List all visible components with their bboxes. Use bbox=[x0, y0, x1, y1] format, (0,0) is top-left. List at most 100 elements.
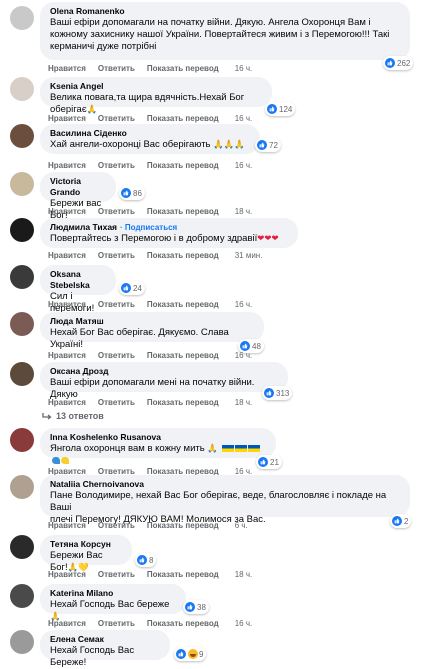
reaction-count[interactable]: 124 bbox=[265, 102, 296, 116]
like-icon bbox=[257, 140, 267, 150]
reaction-count[interactable]: 262 bbox=[383, 56, 414, 70]
timestamp[interactable]: 16 ч. bbox=[235, 114, 253, 123]
avatar[interactable] bbox=[10, 6, 34, 30]
comment-author[interactable]: Люда Матяш bbox=[50, 316, 254, 327]
reaction-count[interactable]: 24 bbox=[119, 281, 145, 295]
avatar[interactable] bbox=[10, 535, 34, 559]
comment-text: Пане Володимире, нехай Вас Бог оберігає,… bbox=[50, 490, 387, 513]
avatar[interactable] bbox=[10, 124, 34, 148]
comment-author[interactable]: Елена Семак bbox=[50, 634, 160, 645]
translate-button[interactable]: Показать перевод bbox=[147, 251, 219, 260]
translate-button[interactable]: Показать перевод bbox=[147, 351, 219, 360]
reaction-count[interactable]: 8 bbox=[135, 553, 157, 567]
timestamp[interactable]: 16 ч. bbox=[235, 64, 253, 73]
reaction-count[interactable]: 86 bbox=[119, 186, 145, 200]
like-button[interactable]: Нравится bbox=[48, 114, 86, 123]
timestamp[interactable]: 16 ч. bbox=[235, 351, 253, 360]
avatar[interactable] bbox=[10, 630, 34, 654]
timestamp[interactable]: 18 ч. bbox=[235, 570, 253, 579]
timestamp[interactable]: 6 ч. bbox=[235, 521, 248, 530]
like-button[interactable]: Нравится bbox=[48, 570, 86, 579]
avatar[interactable] bbox=[10, 312, 34, 336]
reply-button[interactable]: Ответить bbox=[98, 521, 135, 530]
translate-button[interactable]: Показать перевод bbox=[147, 398, 219, 407]
avatar[interactable] bbox=[10, 428, 34, 452]
follow-link[interactable]: · Подписаться bbox=[120, 223, 177, 232]
comment-author[interactable]: Ksenia Angel bbox=[50, 81, 262, 92]
like-icon bbox=[240, 341, 250, 351]
avatar[interactable] bbox=[10, 77, 34, 101]
like-button[interactable]: Нравится bbox=[48, 398, 86, 407]
timestamp[interactable]: 18 ч. bbox=[235, 207, 253, 216]
reaction-count[interactable]: 21 bbox=[256, 455, 282, 469]
haha-icon bbox=[188, 649, 198, 659]
translate-button[interactable]: Показать перевод bbox=[147, 114, 219, 123]
translate-button[interactable]: Показать перевод bbox=[147, 161, 219, 170]
timestamp[interactable]: 16 ч. bbox=[235, 161, 253, 170]
like-button[interactable]: Нравится bbox=[48, 521, 86, 530]
reply-button[interactable]: Ответить bbox=[98, 398, 135, 407]
comment-author[interactable]: Василина Сіденко bbox=[50, 128, 250, 139]
avatar[interactable] bbox=[10, 475, 34, 499]
reply-button[interactable]: Ответить bbox=[98, 300, 135, 309]
reply-button[interactable]: Ответить bbox=[98, 351, 135, 360]
comment-author[interactable]: Тетяна Корсун bbox=[50, 539, 122, 550]
reply-button[interactable]: Ответить bbox=[98, 570, 135, 579]
reply-button[interactable]: Ответить bbox=[98, 207, 135, 216]
avatar[interactable] bbox=[10, 172, 34, 196]
timestamp[interactable]: 16 ч. bbox=[235, 300, 253, 309]
translate-button[interactable]: Показать перевод bbox=[147, 570, 219, 579]
translate-button[interactable]: Показать перевод bbox=[147, 207, 219, 216]
comment-actions: Нравится Ответить Показать перевод 16 ч. bbox=[48, 619, 252, 628]
comment-author[interactable]: Nataliia Chernoivanova bbox=[50, 479, 400, 490]
comment-author[interactable]: Katerina Milano bbox=[50, 588, 176, 599]
comment-bubble: Людмила Тихая · Подписаться Повертайтесь … bbox=[40, 218, 298, 248]
reply-button[interactable]: Ответить bbox=[98, 161, 135, 170]
avatar[interactable] bbox=[10, 218, 34, 242]
avatar[interactable] bbox=[10, 362, 34, 386]
reaction-count[interactable]: 9 bbox=[174, 647, 207, 661]
comment-bubble: Люда Матяш Нехай Бог Вас оберігає. Дякує… bbox=[40, 312, 264, 350]
reply-button[interactable]: Ответить bbox=[98, 619, 135, 628]
like-button[interactable]: Нравится bbox=[48, 207, 86, 216]
reaction-count[interactable]: 313 bbox=[262, 386, 293, 400]
comment-author[interactable]: Olena Romanenko bbox=[50, 6, 400, 17]
like-icon bbox=[385, 58, 395, 68]
comment-bubble: Katerina Milano Нехай Господь Вас береже… bbox=[40, 584, 186, 622]
like-button[interactable]: Нравится bbox=[48, 300, 86, 309]
reply-button[interactable]: Ответить bbox=[98, 64, 135, 73]
reply-arrow-icon bbox=[42, 412, 52, 420]
like-button[interactable]: Нравится bbox=[48, 161, 86, 170]
translate-button[interactable]: Показать перевод bbox=[147, 619, 219, 628]
like-button[interactable]: Нравится bbox=[48, 619, 86, 628]
comment-author[interactable]: Inna Koshelenko Rusanova bbox=[50, 432, 266, 443]
comment-actions: Нравится Ответить Показать перевод 18 ч. bbox=[48, 398, 252, 407]
reaction-count[interactable]: 72 bbox=[255, 138, 281, 152]
like-icon bbox=[185, 602, 195, 612]
comment-author[interactable]: Victoria Grando bbox=[50, 176, 106, 198]
reaction-count[interactable]: 2 bbox=[390, 514, 412, 528]
avatar[interactable] bbox=[10, 584, 34, 608]
comment-bubble: Olena Romanenko Ваші ефіри допомагали на… bbox=[40, 2, 410, 60]
comment-bubble: Ksenia Angel Велика повага,та щира вдячн… bbox=[40, 77, 272, 115]
like-icon bbox=[137, 555, 147, 565]
comment-bubble: Тетяна Корсун Бережи Вас Бог!🙏💛 bbox=[40, 535, 132, 573]
avatar[interactable] bbox=[10, 265, 34, 289]
reply-button[interactable]: Ответить bbox=[98, 114, 135, 123]
translate-button[interactable]: Показать перевод bbox=[147, 300, 219, 309]
reply-button[interactable]: Ответить bbox=[98, 251, 135, 260]
view-replies-link[interactable]: 13 ответов bbox=[42, 411, 104, 421]
like-button[interactable]: Нравится bbox=[48, 64, 86, 73]
translate-button[interactable]: Показать перевод bbox=[147, 64, 219, 73]
timestamp[interactable]: 16 ч. bbox=[235, 619, 253, 628]
comment-author[interactable]: Oksana Stebelska bbox=[50, 269, 106, 291]
like-button[interactable]: Нравится bbox=[48, 351, 86, 360]
comment-text: Ваші ефіри допомагали на початку війни. … bbox=[50, 17, 371, 28]
reaction-count[interactable]: 38 bbox=[183, 600, 209, 614]
timestamp[interactable]: 18 ч. bbox=[235, 398, 253, 407]
like-button[interactable]: Нравится bbox=[48, 251, 86, 260]
timestamp[interactable]: 31 мин. bbox=[235, 251, 263, 260]
yellow-heart-icon bbox=[61, 456, 69, 464]
comment-author[interactable]: Оксана Дрозд bbox=[50, 366, 278, 377]
translate-button[interactable]: Показать перевод bbox=[147, 521, 219, 530]
